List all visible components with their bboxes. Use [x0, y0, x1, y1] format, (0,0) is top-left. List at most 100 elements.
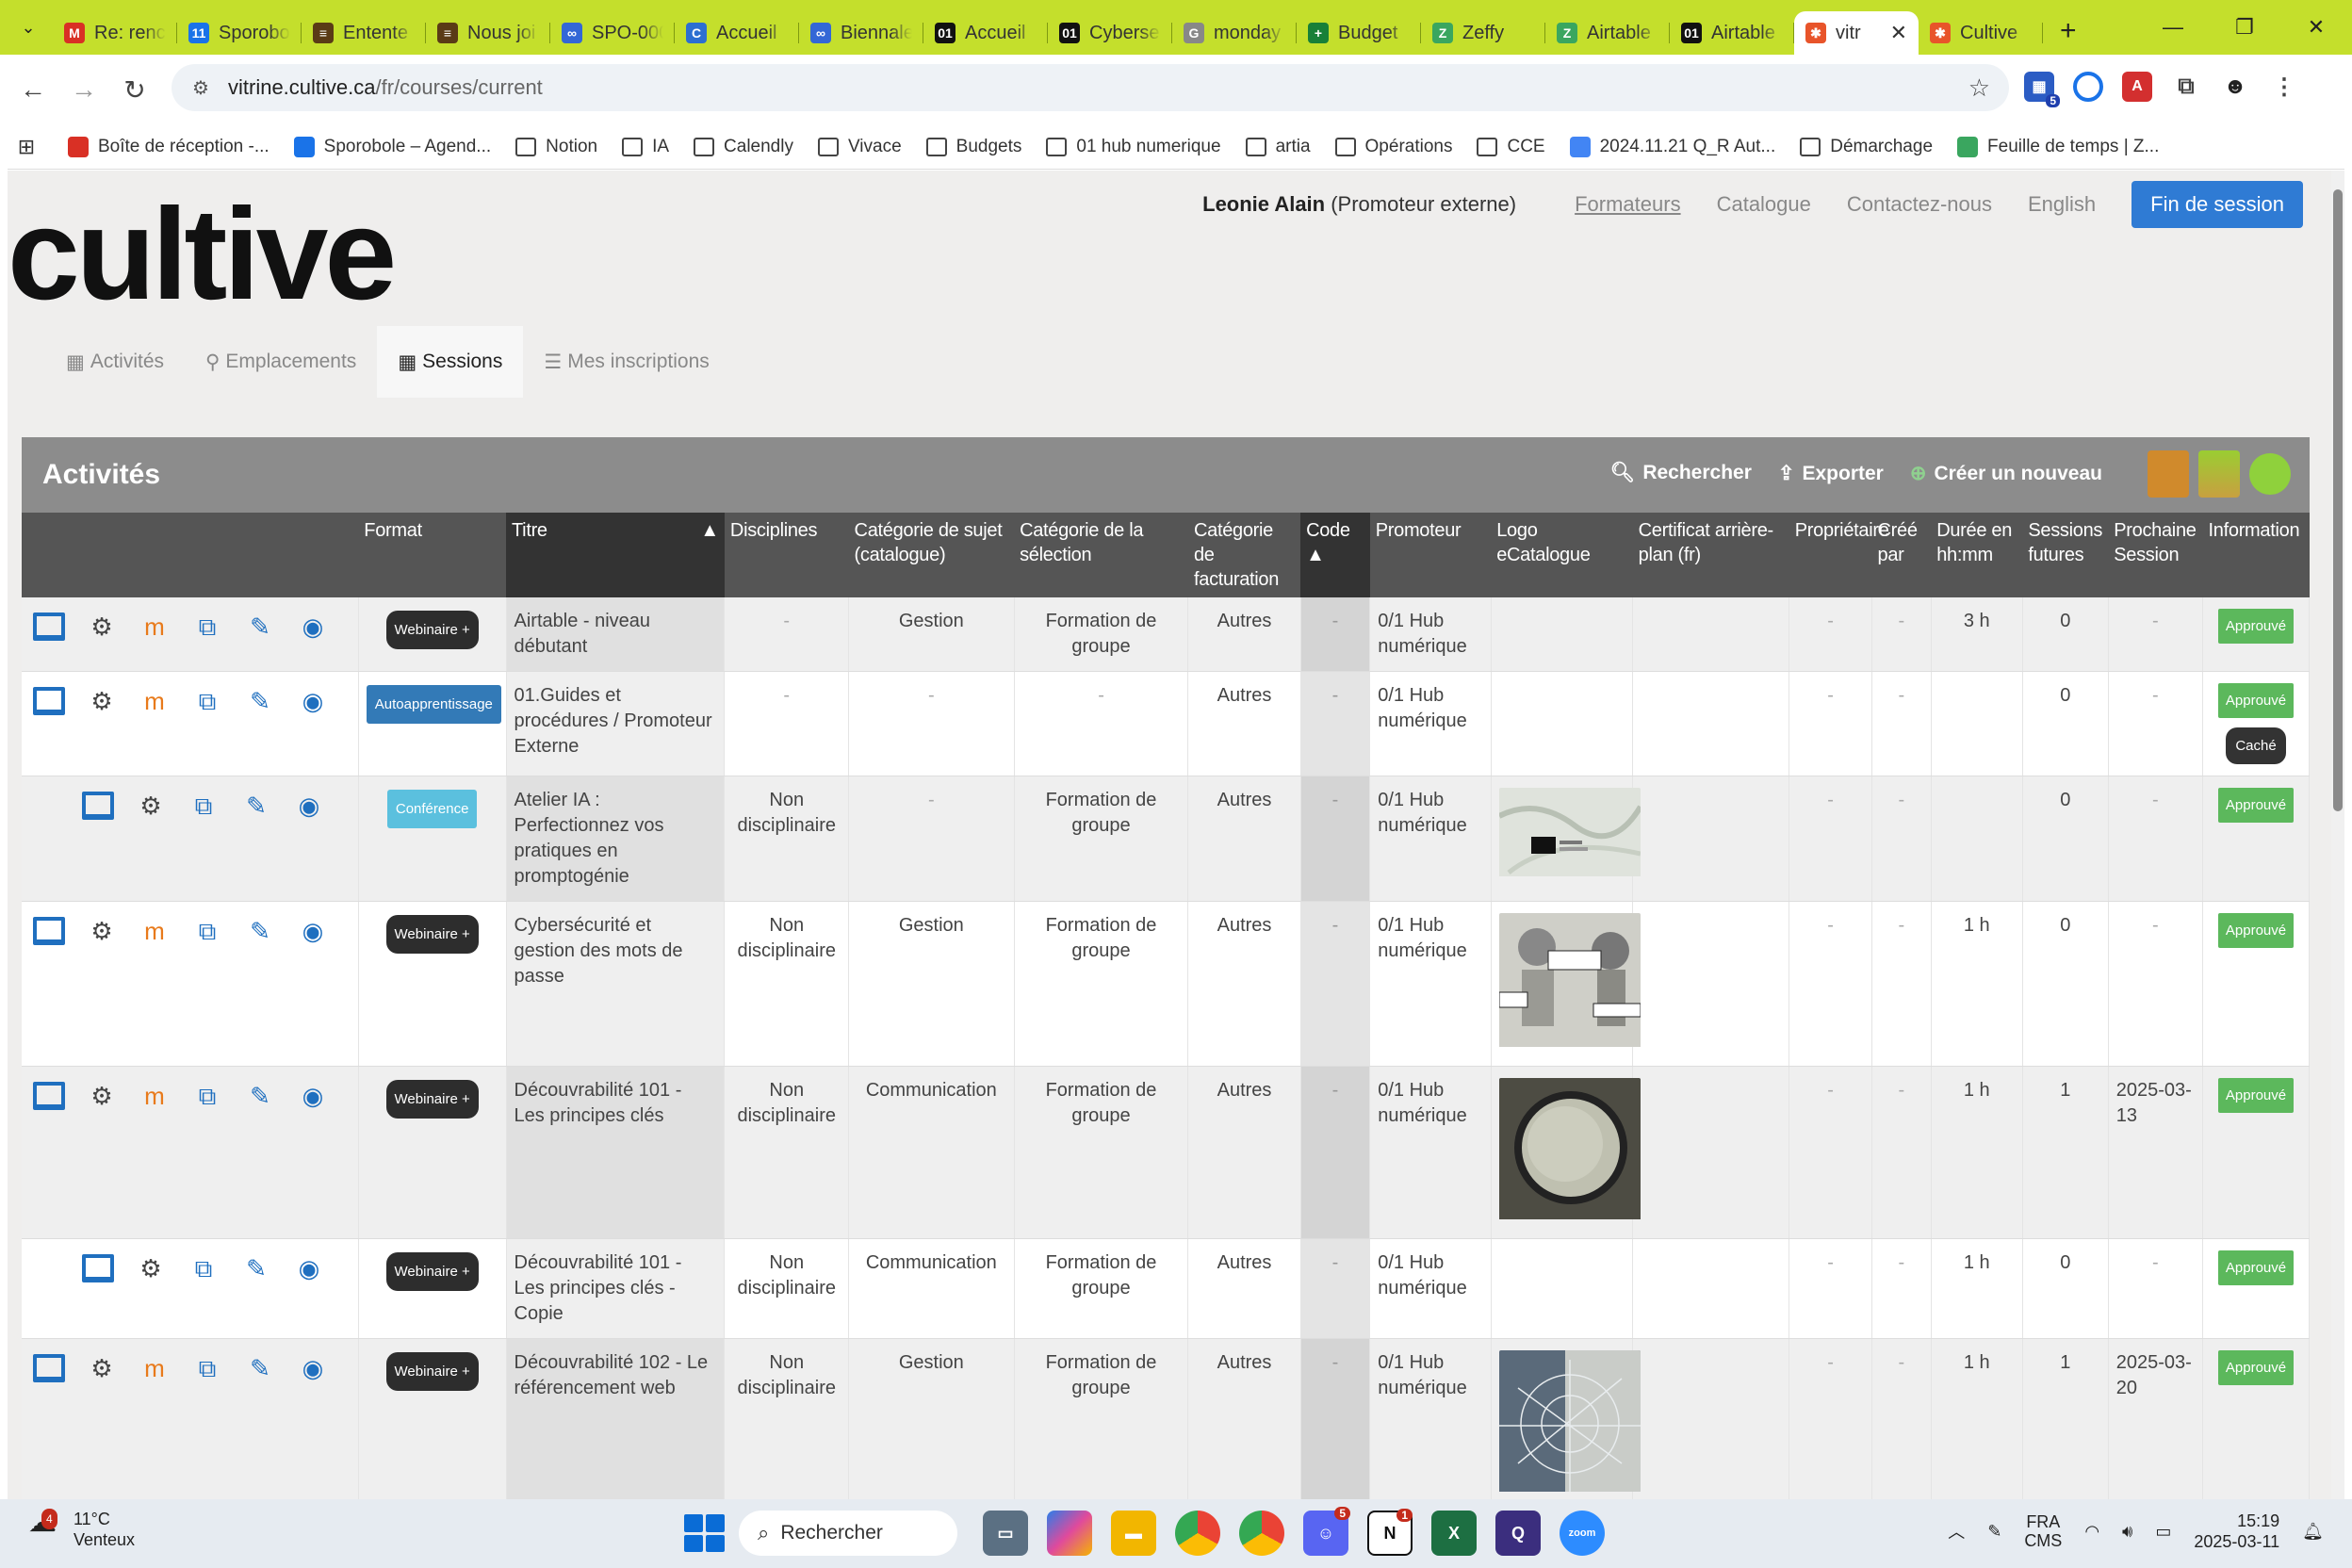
- monitor-icon[interactable]: [33, 917, 65, 945]
- col-disciplines[interactable]: Disciplines: [724, 513, 849, 597]
- tab-emplacements[interactable]: ⚲ Emplacements: [185, 326, 377, 398]
- scrollbar-thumb[interactable]: [2333, 189, 2343, 811]
- title-cell[interactable]: Découvrabilité 102 - Le référencement we…: [506, 1338, 726, 1499]
- notion-icon[interactable]: N1: [1367, 1509, 1413, 1556]
- chrome-icon[interactable]: [1175, 1511, 1220, 1556]
- eye-icon[interactable]: ◉: [297, 687, 329, 715]
- bookmark-item[interactable]: Opérations: [1334, 137, 1452, 157]
- col-duration[interactable]: Durée en hh:mm: [1931, 513, 2023, 597]
- table-row[interactable]: ⚙ m ⧉ ✎ ◉ Autoapprentissage 01.Guides et procé…: [22, 671, 2310, 776]
- col-created-by[interactable]: Créé par: [1871, 513, 1932, 597]
- chevron-up-icon[interactable]: ︿: [1948, 1519, 1965, 1544]
- eye-icon[interactable]: ◉: [297, 612, 329, 641]
- bookmark-item[interactable]: Vivace: [817, 137, 902, 157]
- edit-pencil-icon[interactable]: ✎: [244, 612, 276, 641]
- users-camera-icon[interactable]: ⚙: [135, 792, 167, 820]
- col-certificate[interactable]: Certificat arrière-plan (fr): [1632, 513, 1789, 597]
- extension-circle-icon[interactable]: [2073, 72, 2103, 102]
- col-subject-category[interactable]: Catégorie de sujet (catalogue): [848, 513, 1015, 597]
- browser-tab[interactable]: ✱ Cultive: [1919, 11, 2043, 55]
- eye-icon[interactable]: ◉: [293, 792, 325, 820]
- browser-tab[interactable]: Z Zeffy: [1421, 11, 1545, 55]
- taskbar-search[interactable]: ⌕ Rechercher: [739, 1511, 957, 1556]
- browser-tab[interactable]: ✱ vitr ✕: [1794, 11, 1919, 55]
- copy-icon[interactable]: ⧉: [191, 1354, 223, 1382]
- title-cell[interactable]: 01.Guides et procédures / Promoteur Exte…: [506, 671, 726, 776]
- edit-pencil-icon[interactable]: ✎: [240, 1254, 272, 1282]
- browser-tab[interactable]: Z Airtable: [1545, 11, 1670, 55]
- clock[interactable]: 15:19 2025-03-11: [2194, 1511, 2279, 1552]
- tab-mes-inscriptions[interactable]: ☰ Mes inscriptions: [523, 326, 729, 398]
- language-indicator[interactable]: FRA CMS: [2024, 1512, 2062, 1550]
- bookmark-item[interactable]: CCE: [1477, 137, 1545, 157]
- table-row[interactable]: ⚙ m ⧉ ✎ ◉ Webinaire + Cybersécurité et gestion…: [22, 901, 2310, 1067]
- file-explorer-icon[interactable]: ▬: [1111, 1511, 1156, 1556]
- bookmark-item[interactable]: 01 hub numerique: [1046, 137, 1221, 157]
- bookmark-item[interactable]: Feuille de temps | Z...: [1957, 136, 2159, 157]
- browser-tab[interactable]: 01 Airtable: [1670, 11, 1794, 55]
- browser-tab[interactable]: + Budget: [1297, 11, 1421, 55]
- col-future-sessions[interactable]: Sessions futures: [2022, 513, 2109, 597]
- zoom-icon[interactable]: zoom: [1560, 1511, 1605, 1556]
- minimize-button[interactable]: —: [2137, 15, 2209, 40]
- browser-tab[interactable]: ≡ Entente: [302, 11, 426, 55]
- battery-icon[interactable]: ▭: [2155, 1522, 2171, 1542]
- users-camera-icon[interactable]: ⚙: [86, 687, 118, 715]
- browser-tab[interactable]: 01 Cyberse: [1048, 11, 1172, 55]
- col-promoteur[interactable]: Promoteur: [1369, 513, 1492, 597]
- browser-tab[interactable]: 01 Accueil: [923, 11, 1048, 55]
- title-cell[interactable]: Atelier IA : Perfectionnez vos pratiques…: [506, 776, 726, 902]
- monitor-icon[interactable]: [33, 612, 65, 641]
- forward-button[interactable]: →: [58, 74, 109, 105]
- browser-tab[interactable]: M Re: renc: [53, 11, 177, 55]
- title-cell[interactable]: Découvrabilité 101 - Les principes clés …: [506, 1238, 726, 1339]
- profile-avatar[interactable]: ☻: [2220, 72, 2250, 102]
- excel-icon[interactable]: X: [1431, 1511, 1477, 1556]
- tab-activites[interactable]: ▦ Activités: [45, 326, 185, 398]
- copy-icon[interactable]: ⧉: [191, 687, 223, 715]
- users-camera-icon[interactable]: ⚙: [86, 1354, 118, 1382]
- discord-icon[interactable]: ☺ 5: [1303, 1507, 1350, 1556]
- bookmark-item[interactable]: 2024.11.21 Q_R Aut...: [1569, 136, 1775, 157]
- monitor-icon[interactable]: [82, 1254, 114, 1282]
- tab-search-icon[interactable]: ⌄: [9, 18, 47, 38]
- table-row[interactable]: ⚙ ⧉ ✎ ◉ Conférence Atelier IA : Perfectionnez…: [22, 776, 2310, 902]
- copy-icon[interactable]: ⧉: [191, 1082, 223, 1110]
- eye-icon[interactable]: ◉: [293, 1254, 325, 1282]
- nav-contact[interactable]: Contactez-nous: [1847, 192, 1992, 217]
- moodle-icon[interactable]: m: [139, 687, 171, 715]
- eye-icon[interactable]: ◉: [297, 917, 329, 945]
- new-tab-button[interactable]: +: [2060, 15, 2077, 47]
- browser-tab[interactable]: ∞ Biennale: [799, 11, 923, 55]
- col-titre[interactable]: Titre ▲: [506, 513, 725, 597]
- search-action[interactable]: 🔍︎ Rechercher: [1610, 462, 1752, 485]
- menu-dots-icon[interactable]: ⋮: [2269, 72, 2299, 102]
- bookmark-item[interactable]: artia: [1245, 137, 1311, 157]
- start-button[interactable]: [680, 1511, 726, 1556]
- users-camera-icon[interactable]: ⚙: [86, 917, 118, 945]
- moodle-icon[interactable]: m: [139, 917, 171, 945]
- browser-tab[interactable]: 11 Sporobo: [177, 11, 302, 55]
- site-info-icon[interactable]: ⚙: [192, 76, 209, 100]
- browser-tab[interactable]: C Accueil: [675, 11, 799, 55]
- cabinet-icon[interactable]: [2148, 450, 2189, 498]
- title-cell[interactable]: Airtable - niveau débutant: [506, 597, 726, 672]
- puzzle-icon[interactable]: ⧉: [2171, 72, 2201, 102]
- site-logo[interactable]: cultive: [8, 189, 397, 319]
- pdf-extension-icon[interactable]: A: [2122, 72, 2152, 102]
- nav-english[interactable]: English: [2028, 192, 2096, 217]
- copy-icon[interactable]: ⧉: [188, 792, 220, 820]
- col-billing-category[interactable]: Catégorie de facturation: [1187, 513, 1301, 597]
- eye-icon[interactable]: ◉: [297, 1354, 329, 1382]
- copy-icon[interactable]: ⧉: [191, 917, 223, 945]
- users-camera-icon[interactable]: ⚙: [135, 1254, 167, 1282]
- browser-tab[interactable]: ∞ SPO-000: [550, 11, 675, 55]
- volume-icon[interactable]: 🔊︎: [2122, 1522, 2132, 1542]
- bookmark-item[interactable]: Notion: [515, 137, 597, 157]
- bookmark-item[interactable]: Sporobole – Agend...: [293, 136, 491, 157]
- nav-formateurs[interactable]: Formateurs: [1575, 192, 1680, 217]
- wifi-icon[interactable]: ◠: [2084, 1522, 2099, 1542]
- browser-tab[interactable]: Gmonday: [1172, 11, 1297, 55]
- table-row[interactable]: ⚙ m ⧉ ✎ ◉ Webinaire + Découvrabilité 102 - Le …: [22, 1338, 2310, 1499]
- reload-button[interactable]: ↻: [109, 74, 160, 106]
